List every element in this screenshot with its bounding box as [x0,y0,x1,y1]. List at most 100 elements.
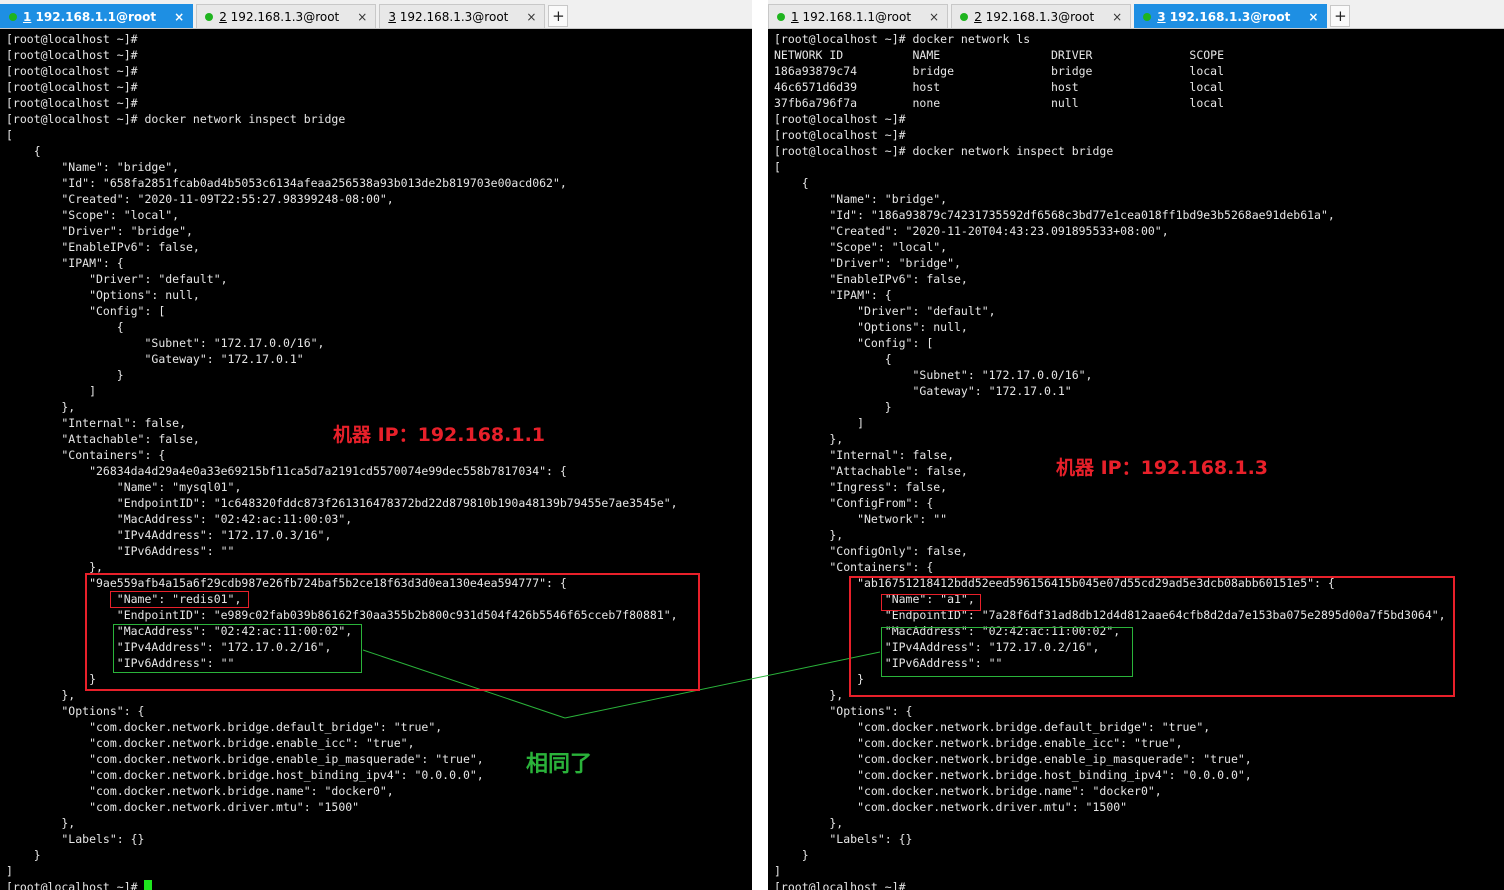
tab-number: 3 [388,9,396,24]
close-icon[interactable]: × [1112,10,1122,24]
terminal-line: }, [6,816,76,830]
right-terminal-output[interactable]: [root@localhost ~]# docker network ls NET… [774,31,1504,890]
terminal-line: "Name": "bridge", [774,192,948,206]
terminal-line: "Created": "2020-11-09T22:55:27.98399248… [6,192,394,206]
terminal-line: { [6,144,41,158]
terminal-line: [ [6,128,13,142]
terminal-line: "Scope": "local", [774,240,948,254]
terminal-line: "Labels": {} [774,832,913,846]
close-icon[interactable]: × [357,10,367,24]
terminal-line: [root@localhost ~]# [774,128,906,142]
terminal-line: ] [774,416,865,430]
left-tab-3[interactable]: 3 192.168.1.3@root × [379,4,546,28]
terminal-line: "IPv6Address": "" [774,656,1003,670]
terminal-line: "Name": "bridge", [6,160,180,174]
terminal-line: [root@localhost ~]# [6,80,138,94]
terminal-line: "Name": "mysql01", [6,480,242,494]
terminal-line: ] [6,864,13,878]
terminal-line: "Gateway": "172.17.0.1" [774,384,1072,398]
terminal-line: "26834da4d29a4e0a33e69215bf11ca5d7a2191c… [6,464,567,478]
terminal-line: } [6,848,41,862]
terminal-line: "com.docker.network.bridge.default_bridg… [6,720,443,734]
tab-label: 192.168.1.3@root [1165,9,1291,24]
terminal-line: { [774,352,892,366]
text-cursor [144,880,153,890]
terminal-line: }, [6,560,103,574]
terminal-line: "Gateway": "172.17.0.1" [6,352,304,366]
tab-number: 2 [219,9,227,24]
terminal-line: "IPv6Address": "" [6,656,235,670]
terminal-line: "Internal": false, [774,448,955,462]
terminal-line: "Driver": "bridge", [6,224,193,238]
terminal-line: 186a93879c74 bridge bridge local [774,64,1225,78]
close-icon[interactable]: × [526,10,536,24]
left-tab-1[interactable]: 1 192.168.1.1@root × [0,4,194,28]
terminal-line: } [6,672,97,686]
add-tab-button[interactable]: + [1330,5,1351,27]
terminal-line: [ [774,160,781,174]
terminal-prompt-line[interactable]: [root@localhost ~]# [6,879,752,890]
terminal-line: [root@localhost ~]# [6,48,138,62]
terminal-line: "com.docker.network.bridge.name": "docke… [774,784,1162,798]
terminal-line: } [774,400,892,414]
terminal-line: "EndpointID": "7a28f6df31ad8db12d4d812aa… [774,608,1446,622]
left-terminal-output[interactable]: [root@localhost ~]# [root@localhost ~]# [r… [6,31,752,890]
terminal-line: "EndpointID": "1c648320fddc873f261316478… [6,496,678,510]
terminal-line: "MacAddress": "02:42:ac:11:00:03", [6,512,353,526]
terminal-line: [root@localhost ~]# docker network ls [774,32,1031,46]
terminal-line: } [774,672,865,686]
terminal-line: "com.docker.network.bridge.host_binding_… [774,768,1252,782]
right-terminal-window[interactable]: 1 192.168.1.1@root × 2 192.168.1.3@root … [768,0,1504,890]
terminal-line: { [774,176,809,190]
terminal-line: "EnableIPv6": false, [774,272,968,286]
terminal-line: "com.docker.network.bridge.host_binding_… [6,768,484,782]
tab-label: 192.168.1.3@root [395,9,509,24]
terminal-line: "Scope": "local", [6,208,180,222]
terminal-line: "Attachable": false, [774,464,968,478]
left-tab-2[interactable]: 2 192.168.1.3@root × [196,4,377,28]
terminal-line: "Containers": { [774,560,934,574]
terminal-line: "com.docker.network.bridge.enable_icc": … [6,736,415,750]
terminal-line: "Containers": { [6,448,166,462]
tab-label: 192.168.1.1@root [31,9,157,24]
tab-number: 1 [791,9,799,24]
terminal-line: }, [6,688,76,702]
terminal-line: "Driver": "bridge", [774,256,961,270]
terminal-line: "9ae559afb4a15a6f29cdb987e26fb724baf5b2c… [6,576,567,590]
connected-status-icon [960,12,969,21]
terminal-line: } [774,848,809,862]
connected-status-icon [9,12,17,21]
tab-label: 192.168.1.3@root [226,9,340,24]
terminal-line: } [6,368,124,382]
add-tab-button[interactable]: + [548,5,569,27]
connected-status-icon [777,12,785,21]
terminal-line: "Options": { [6,704,145,718]
terminal-line: "Network": "" [774,512,948,526]
right-tab-2[interactable]: 2 192.168.1.3@root × [951,4,1132,28]
terminal-line: "Config": [ [774,336,934,350]
terminal-line: "com.docker.network.bridge.enable_icc": … [774,736,1183,750]
terminal-line: "ConfigOnly": false, [774,544,968,558]
right-tab-bar: 1 192.168.1.1@root × 2 192.168.1.3@root … [768,0,1504,29]
close-icon[interactable]: × [929,10,939,24]
terminal-line: }, [6,400,76,414]
terminal-line: "Options": null, [774,320,968,334]
terminal-line: "Name": "a1", [774,592,975,606]
terminal-line: "Options": null, [6,288,200,302]
terminal-line: ] [774,864,781,878]
left-terminal-window[interactable]: 1 192.168.1.1@root × 2 192.168.1.3@root … [0,0,752,890]
terminal-line: "MacAddress": "02:42:ac:11:00:02", [774,624,1121,638]
connected-status-icon [1143,12,1152,21]
connected-status-icon [205,12,214,21]
terminal-line: "ab16751218412bdd52eed596156415b045e07d5… [774,576,1335,590]
right-tab-3[interactable]: 3 192.168.1.3@root × [1134,4,1328,28]
right-tab-1[interactable]: 1 192.168.1.1@root × [768,4,949,28]
terminal-line: "com.docker.network.driver.mtu": "1500" [774,800,1128,814]
terminal-line: "Subnet": "172.17.0.0/16", [774,368,1093,382]
close-icon[interactable]: × [1308,10,1318,24]
close-icon[interactable]: × [174,10,184,24]
terminal-line: }, [774,816,844,830]
terminal-line: NETWORK ID NAME DRIVER SCOPE [774,48,1225,62]
terminal-line: "IPv6Address": "" [6,544,235,558]
terminal-line: }, [774,688,844,702]
